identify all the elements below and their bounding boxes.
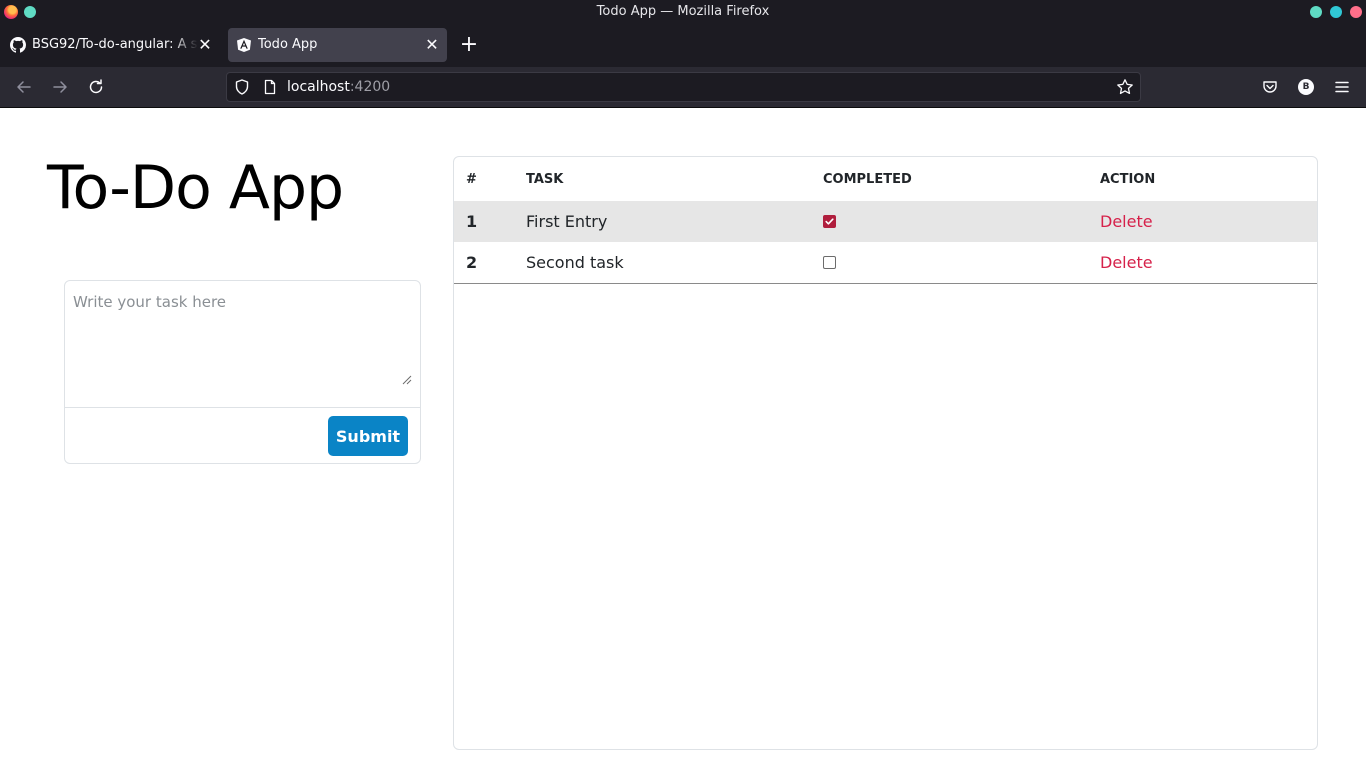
completed-checkbox[interactable] [823,255,836,269]
window-titlebar: Todo App — Mozilla Firefox [0,0,1366,24]
task-input[interactable] [65,281,420,407]
github-icon [10,37,26,53]
pocket-button[interactable] [1258,75,1282,99]
navigation-toolbar: localhost:4200 B [0,67,1366,108]
column-header-number: # [466,171,477,187]
task-table-card: # TASK COMPLETED ACTION 1 First Entry De… [453,156,1318,750]
new-tab-button[interactable]: + [458,34,480,56]
pocket-icon [1263,81,1277,93]
reload-button[interactable] [84,75,108,99]
resize-grip-icon[interactable] [401,374,412,385]
task-text: Second task [526,242,823,284]
action-cell: Delete [1100,201,1317,242]
checkmark-icon [825,218,834,225]
completed-cell [823,201,1100,242]
column-header-completed: COMPLETED [823,171,912,187]
tab-github-repo[interactable]: BSG92/To-do-angular: A simple todo app ✕ [2,28,220,62]
forward-button[interactable] [48,75,72,99]
task-text: First Entry [526,201,823,242]
tab-label: BSG92/To-do-angular: A simple todo app [32,37,198,52]
tab-strip: BSG92/To-do-angular: A simple todo app ✕… [0,24,1366,67]
tab-label: Todo App [258,37,318,52]
address-bar[interactable]: localhost:4200 [226,72,1141,102]
account-avatar: B [1298,79,1314,95]
back-arrow-icon [17,81,31,93]
row-number: 1 [454,201,526,242]
task-form-card: Submit [64,280,421,464]
form-footer: Submit [65,407,420,463]
close-window-button[interactable] [1350,6,1362,18]
tab-todo-app[interactable]: Todo App ✕ [228,28,447,62]
table-row: 1 First Entry Delete [454,201,1317,242]
url-port: :4200 [349,79,391,95]
forward-arrow-icon [53,81,67,93]
reload-icon [89,79,103,94]
minimize-button[interactable] [1310,6,1322,18]
completed-checkbox[interactable] [823,215,836,228]
close-tab-icon[interactable]: ✕ [423,36,441,54]
page-title: To-Do App [47,153,344,223]
delete-link[interactable]: Delete [1100,253,1153,272]
completed-cell [823,242,1100,284]
bookmark-star-icon[interactable] [1116,78,1134,96]
app-menu-button[interactable] [1330,75,1354,99]
window-title: Todo App — Mozilla Firefox [596,4,770,19]
close-tab-icon[interactable]: ✕ [196,36,214,54]
url-text: localhost:4200 [287,73,390,101]
delete-link[interactable]: Delete [1100,212,1153,231]
task-table: # TASK COMPLETED ACTION 1 First Entry De… [454,157,1317,284]
url-host: localhost [287,79,350,95]
account-button[interactable]: B [1294,75,1318,99]
column-header-action: ACTION [1100,171,1156,187]
maximize-button[interactable] [1330,6,1342,18]
row-number: 2 [454,242,526,284]
submit-button[interactable]: Submit [328,416,408,456]
hamburger-menu-icon [1335,81,1349,93]
column-header-task: TASK [526,171,564,187]
back-button[interactable] [12,75,36,99]
angular-icon [236,37,252,53]
page-info-icon[interactable] [262,79,278,95]
table-header-row: # TASK COMPLETED ACTION [454,157,1317,201]
action-cell: Delete [1100,242,1317,284]
page-content: To-Do App Submit # TASK COMPLETED ACTION… [0,108,1366,768]
shield-icon[interactable] [234,79,250,95]
table-row: 2 Second task Delete [454,242,1317,284]
